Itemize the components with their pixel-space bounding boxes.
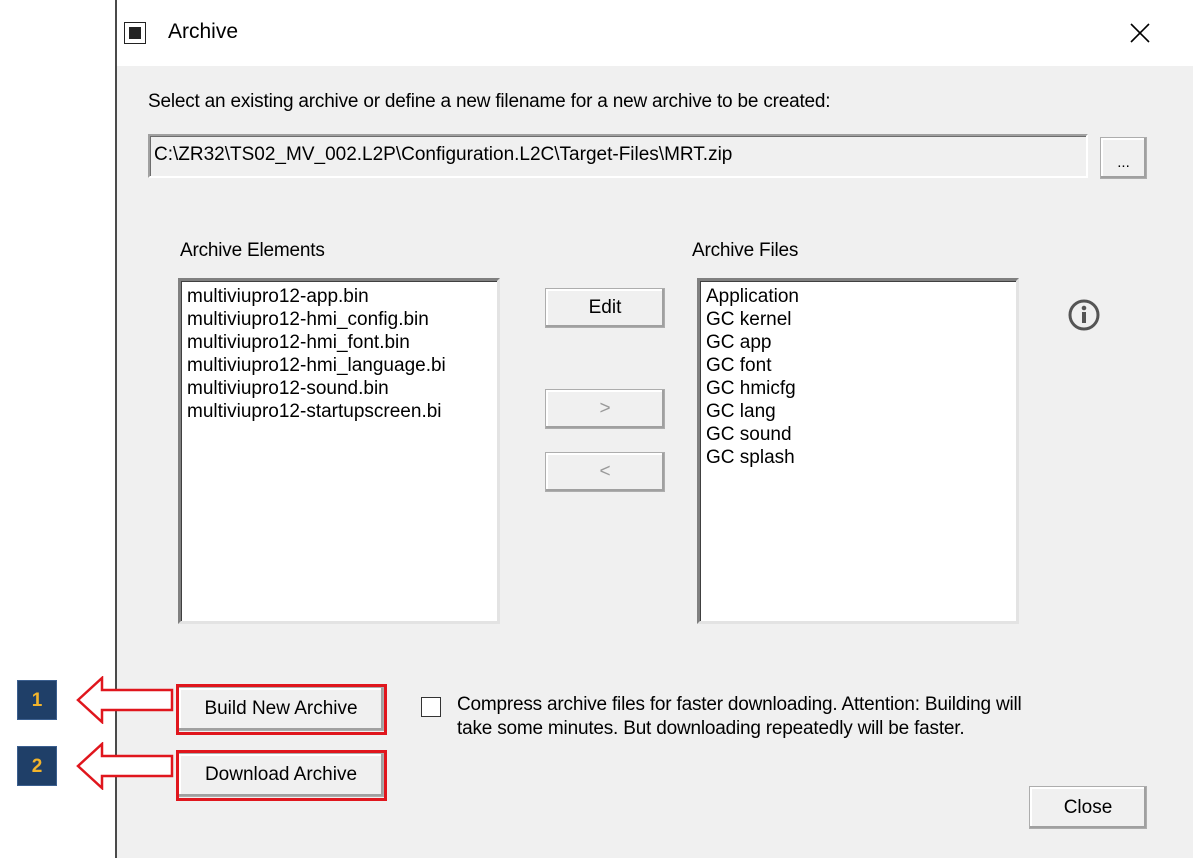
info-icon[interactable]: [1067, 298, 1101, 332]
list-item[interactable]: multiviupro12-hmi_language.bi: [187, 354, 497, 377]
list-item[interactable]: GC splash: [706, 446, 1016, 469]
list-item[interactable]: Application: [706, 285, 1016, 308]
arrow-left-icon: [76, 676, 174, 724]
list-item[interactable]: GC lang: [706, 400, 1016, 423]
title-bar: [117, 0, 1193, 66]
archive-elements-label: Archive Elements: [180, 240, 325, 261]
compress-checkbox[interactable]: [421, 697, 441, 717]
archive-files-label: Archive Files: [692, 240, 799, 261]
compress-label-line1: Compress archive files for faster downlo…: [457, 694, 1022, 715]
list-item[interactable]: GC sound: [706, 423, 1016, 446]
browse-button-label: ...: [1117, 153, 1130, 171]
step-badge-1: 1: [17, 680, 57, 720]
list-item[interactable]: multiviupro12-hmi_config.bin: [187, 308, 497, 331]
list-item[interactable]: multiviupro12-hmi_font.bin: [187, 331, 497, 354]
close-button[interactable]: Close: [1029, 786, 1147, 829]
prompt-label: Select an existing archive or define a n…: [148, 91, 831, 112]
step-badge-2: 2: [17, 746, 57, 786]
move-left-button[interactable]: <: [545, 452, 665, 492]
edit-button[interactable]: Edit: [545, 288, 665, 328]
list-item[interactable]: GC app: [706, 331, 1016, 354]
list-item[interactable]: GC kernel: [706, 308, 1016, 331]
list-item[interactable]: GC hmicfg: [706, 377, 1016, 400]
build-highlight-box: [176, 684, 387, 735]
close-icon[interactable]: [1125, 18, 1155, 48]
compress-label-line2: take some minutes. But downloading repea…: [457, 718, 965, 739]
list-item[interactable]: multiviupro12-app.bin: [187, 285, 497, 308]
archive-files-list[interactable]: Application GC kernel GC app GC font GC …: [697, 278, 1019, 624]
download-highlight-box: [176, 750, 387, 801]
app-icon: [124, 22, 146, 44]
arrow-left-icon: [76, 742, 174, 790]
move-right-button[interactable]: >: [545, 389, 665, 429]
list-item[interactable]: multiviupro12-sound.bin: [187, 377, 497, 400]
archive-path-field[interactable]: C:\ZR32\TS02_MV_002.L2P\Configuration.L2…: [148, 134, 1088, 178]
window-title: Archive: [168, 20, 239, 43]
archive-elements-list[interactable]: multiviupro12-app.bin multiviupro12-hmi_…: [178, 278, 500, 624]
list-item[interactable]: GC font: [706, 354, 1016, 377]
browse-button[interactable]: ...: [1100, 137, 1147, 179]
list-item[interactable]: multiviupro12-startupscreen.bi: [187, 400, 497, 423]
